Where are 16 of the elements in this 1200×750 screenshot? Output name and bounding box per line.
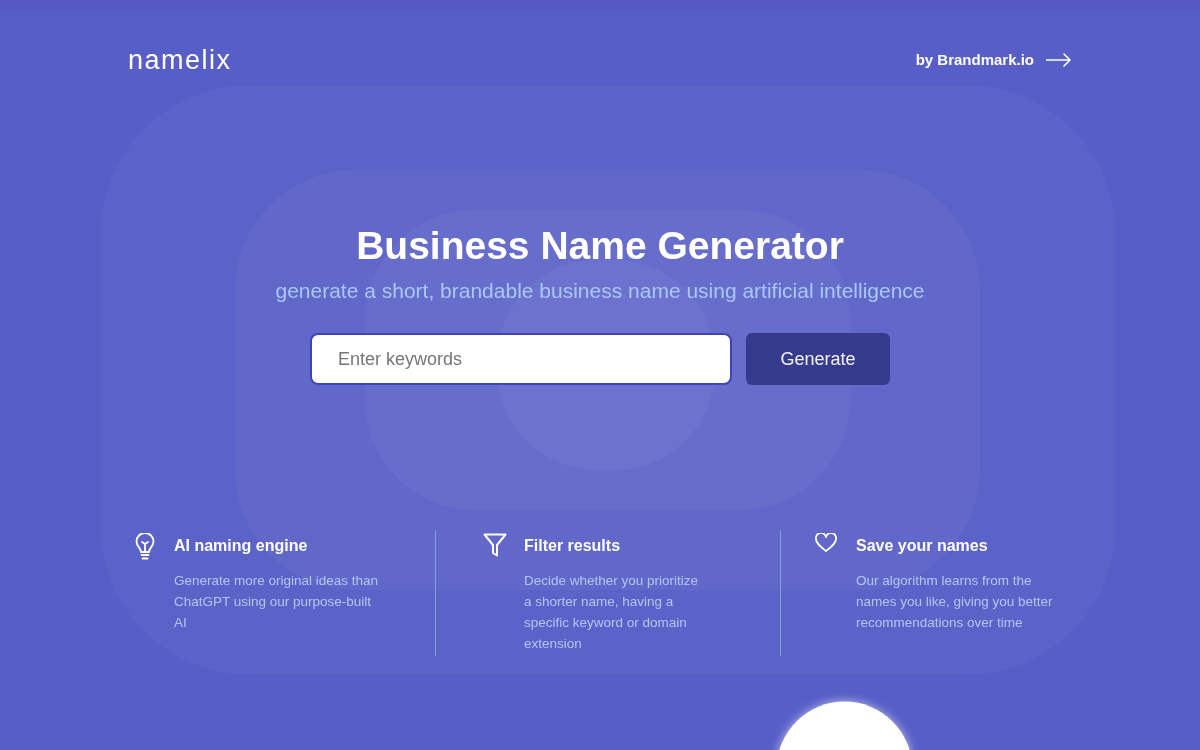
brandmark-link[interactable]: by Brandmark.io [915, 48, 1072, 72]
arrow-icon [1046, 53, 1072, 67]
generate-button[interactable]: Generate [746, 333, 890, 385]
logo[interactable]: namelix [128, 45, 232, 75]
feature-title: Filter results [524, 536, 622, 556]
heart-icon [815, 533, 837, 552]
feature-description: Generate more original ideas than ChatGPT using our purpose-built AI [174, 572, 380, 632]
page-title: Business Name Generator [356, 223, 844, 269]
filter-icon [483, 533, 507, 557]
feature-description: Our algorithm learns from the names you like, giving you better recommendations over time [856, 572, 1054, 632]
feature-title: Save your names [856, 536, 989, 556]
lightbulb-icon [134, 533, 155, 561]
feature-description: Decide whether you prioritize a shorter name, having a specific keyword or domain extension [524, 572, 700, 653]
feature-title: AI naming engine [174, 536, 309, 556]
subtitle: generate a short, brandable business name using artificial intelligence [275, 278, 925, 304]
keyword-input[interactable]: Enter keywords [310, 333, 732, 385]
